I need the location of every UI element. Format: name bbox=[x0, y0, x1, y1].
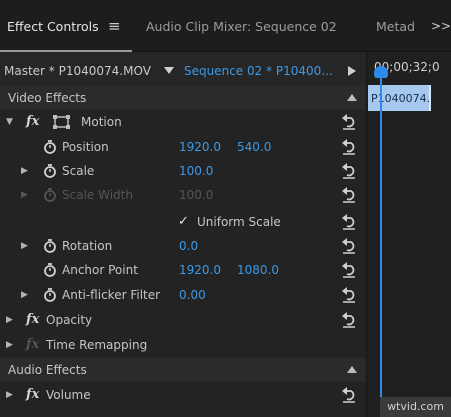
expand-right-icon[interactable]: ▶ bbox=[6, 333, 13, 357]
reset-icon[interactable] bbox=[340, 386, 358, 404]
audio-effects-header[interactable]: Audio Effects bbox=[0, 358, 366, 382]
timeline-clip[interactable]: P1040074. bbox=[368, 85, 431, 111]
reset-icon[interactable] bbox=[340, 213, 358, 231]
scale-label: Scale bbox=[62, 164, 95, 178]
rotation-label: Rotation bbox=[62, 239, 113, 253]
video-effects-header[interactable]: Video Effects bbox=[0, 86, 366, 110]
stopwatch-icon bbox=[44, 188, 56, 202]
scale-property-row: ▶ Scale 100.0 bbox=[0, 159, 366, 183]
panel-menu-icon[interactable]: ≡ bbox=[108, 0, 121, 52]
video-effects-label: Video Effects bbox=[8, 91, 87, 105]
tab-effect-controls[interactable]: Effect Controls bbox=[7, 0, 99, 52]
stopwatch-icon[interactable] bbox=[42, 139, 58, 155]
expand-right-icon[interactable]: ▶ bbox=[6, 308, 13, 332]
master-clip-label[interactable]: Master * P1040074.MOV bbox=[4, 52, 151, 86]
tab-metadata[interactable]: Metad bbox=[376, 0, 415, 52]
audio-effects-label: Audio Effects bbox=[8, 363, 87, 377]
reset-icon[interactable] bbox=[340, 286, 358, 304]
anti-flicker-property-row: ▶ Anti-flicker Filter 0.00 bbox=[0, 283, 366, 307]
anchor-point-x-value[interactable]: 1920.0 bbox=[179, 258, 221, 282]
reset-icon[interactable] bbox=[340, 162, 358, 180]
stopwatch-icon[interactable] bbox=[42, 262, 58, 278]
expand-down-icon[interactable]: ▼ bbox=[6, 110, 13, 134]
motion-label: Motion bbox=[81, 115, 122, 129]
transform-box-icon[interactable] bbox=[52, 115, 72, 129]
position-property-row: Position 1920.0 540.0 bbox=[0, 135, 366, 159]
collapse-arrow-icon[interactable] bbox=[347, 366, 357, 373]
position-x-value[interactable]: 1920.0 bbox=[179, 135, 221, 159]
scale-width-label: Scale Width bbox=[62, 188, 133, 202]
reset-icon[interactable] bbox=[340, 261, 358, 279]
reset-icon[interactable] bbox=[340, 138, 358, 156]
opacity-label: Opacity bbox=[46, 313, 93, 327]
playhead-line[interactable] bbox=[380, 72, 382, 402]
position-label: Position bbox=[62, 140, 109, 154]
watermark: wtvid.com bbox=[380, 397, 451, 417]
fx-badge-icon[interactable]: fx bbox=[26, 308, 39, 332]
expand-right-icon[interactable]: ▶ bbox=[6, 383, 13, 407]
anti-flicker-label: Anti-flicker Filter bbox=[62, 288, 161, 302]
dropdown-arrow-icon[interactable] bbox=[164, 67, 174, 75]
reset-icon[interactable] bbox=[340, 186, 358, 204]
panel-tab-bar: Effect Controls ≡ Audio Clip Mixer: Sequ… bbox=[0, 0, 451, 52]
expand-right-icon[interactable]: ▶ bbox=[21, 159, 28, 183]
scale-value[interactable]: 100.0 bbox=[179, 159, 213, 183]
scale-width-value: 100.0 bbox=[179, 188, 214, 202]
reset-icon[interactable] bbox=[340, 237, 358, 255]
anti-flicker-value[interactable]: 0.00 bbox=[179, 283, 206, 307]
expand-right-icon: ▶ bbox=[21, 190, 28, 200]
rotation-property-row: ▶ Rotation 0.0 bbox=[0, 234, 366, 258]
volume-label: Volume bbox=[46, 388, 91, 402]
source-sequence-bar: Master * P1040074.MOV Sequence 02 * P104… bbox=[0, 52, 366, 86]
expand-right-icon[interactable]: ▶ bbox=[21, 283, 28, 307]
reset-icon[interactable] bbox=[340, 311, 358, 329]
uniform-scale-row: ✓ Uniform Scale bbox=[0, 210, 366, 234]
scale-width-property-row: ▶ Scale Width 100.0 bbox=[0, 183, 366, 207]
motion-effect-row[interactable]: ▼ fx Motion bbox=[0, 110, 366, 134]
fx-badge-icon: fx bbox=[26, 337, 40, 352]
anchor-point-label: Anchor Point bbox=[62, 263, 138, 277]
stopwatch-icon[interactable] bbox=[42, 238, 58, 254]
expand-right-icon[interactable]: ▶ bbox=[21, 234, 28, 258]
time-remapping-effect-row[interactable]: ▶ fx Time Remapping bbox=[0, 333, 366, 357]
collapse-arrow-icon[interactable] bbox=[347, 94, 357, 101]
play-arrow-icon[interactable] bbox=[348, 66, 356, 76]
playhead-handle[interactable] bbox=[374, 66, 388, 78]
fx-badge-icon[interactable]: fx bbox=[26, 383, 39, 407]
volume-effect-row[interactable]: ▶ fx Volume bbox=[0, 383, 366, 407]
fx-badge-icon[interactable]: fx bbox=[26, 110, 39, 134]
uniform-scale-label: Uniform Scale bbox=[197, 215, 281, 229]
anchor-point-y-value[interactable]: 1080.0 bbox=[237, 258, 279, 282]
time-remapping-label: Time Remapping bbox=[46, 338, 148, 352]
opacity-effect-row[interactable]: ▶ fx Opacity bbox=[0, 308, 366, 332]
sequence-clip-label[interactable]: Sequence 02 * P10400... bbox=[184, 52, 333, 86]
stopwatch-icon[interactable] bbox=[42, 287, 58, 303]
uniform-scale-checkbox[interactable]: ✓ bbox=[178, 210, 189, 234]
rotation-value[interactable]: 0.0 bbox=[179, 234, 198, 258]
tab-audio-clip-mixer[interactable]: Audio Clip Mixer: Sequence 02 bbox=[146, 0, 337, 52]
tab-overflow-icon[interactable]: >> bbox=[431, 0, 451, 52]
reset-icon[interactable] bbox=[340, 113, 358, 131]
position-y-value[interactable]: 540.0 bbox=[237, 135, 271, 159]
stopwatch-icon[interactable] bbox=[42, 163, 58, 179]
anchor-point-property-row: Anchor Point 1920.0 1080.0 bbox=[0, 258, 366, 282]
